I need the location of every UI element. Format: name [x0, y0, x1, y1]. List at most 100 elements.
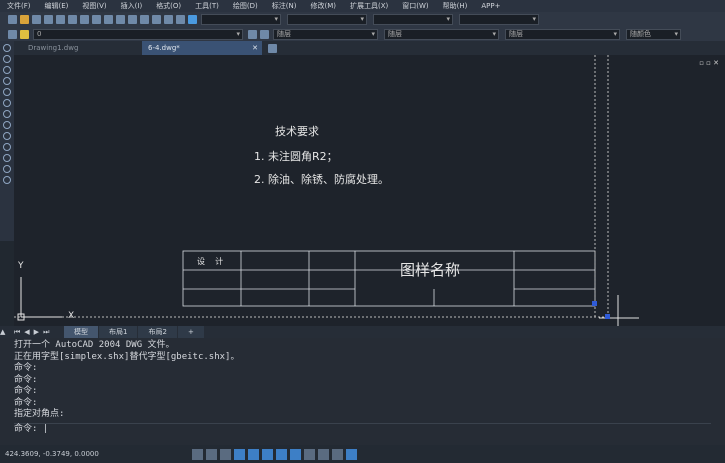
copy-icon[interactable] [67, 15, 77, 24]
lineweight-icon[interactable] [289, 448, 301, 460]
linetype-select[interactable]: 随层 [384, 28, 499, 40]
annotation-icon[interactable] [331, 448, 343, 460]
polar-icon[interactable] [233, 448, 245, 460]
menu-item[interactable]: 帮助(H) [436, 1, 475, 11]
menu-item[interactable]: 工具(T) [188, 1, 226, 11]
menu-item[interactable]: 视图(V) [75, 1, 113, 11]
zoom-window-icon[interactable] [139, 15, 149, 24]
plotstyle-select[interactable]: 随颜色 [626, 28, 681, 40]
point-icon[interactable] [3, 154, 11, 162]
osnap-icon[interactable] [247, 448, 259, 460]
redo-icon[interactable] [103, 15, 113, 24]
status-bar: 424.3609, -0.3749, 0.0000 [0, 445, 725, 463]
drawing-name-label: 图样名称 [400, 261, 461, 279]
table-style-select[interactable] [373, 14, 453, 25]
menu-item[interactable]: APP+ [474, 2, 507, 10]
nav-arrows[interactable]: ▲ [0, 328, 14, 336]
pan-icon[interactable] [115, 15, 125, 24]
menu-item[interactable]: 绘图(D) [226, 1, 265, 11]
arc-icon[interactable] [3, 77, 11, 85]
zoom-icon[interactable] [127, 15, 137, 24]
block-icon[interactable] [3, 143, 11, 151]
paste-icon[interactable] [79, 15, 89, 24]
dim-style-select[interactable] [287, 14, 367, 25]
polyline-icon[interactable] [3, 55, 11, 63]
hatch-icon[interactable] [3, 132, 11, 140]
help-icon[interactable] [187, 15, 197, 24]
text-icon[interactable] [3, 176, 11, 184]
axis-x-label: X [68, 311, 75, 321]
undo-icon[interactable] [91, 15, 101, 24]
print-icon[interactable] [43, 15, 53, 24]
otrack-icon[interactable] [261, 448, 273, 460]
open-icon[interactable] [19, 15, 29, 24]
calc-icon[interactable] [175, 15, 185, 24]
rectangle-icon[interactable] [3, 88, 11, 96]
save-icon[interactable] [31, 15, 41, 24]
ortho-icon[interactable] [219, 448, 231, 460]
text-style-select[interactable] [201, 14, 281, 25]
model-space-icon[interactable] [303, 448, 315, 460]
multileader-style-select[interactable] [459, 14, 539, 25]
ucs-icon [17, 277, 62, 321]
history-line: 命令: [14, 386, 38, 396]
draw-toolbar [0, 41, 14, 241]
workspace-icon[interactable] [345, 448, 357, 460]
menu-item[interactable]: 编辑(E) [38, 1, 76, 11]
coordinates-readout: 424.3609, -0.3749, 0.0000 [5, 450, 99, 458]
snap-icon[interactable] [191, 448, 203, 460]
title-block [182, 250, 596, 307]
window-controls[interactable]: ▫ ▫ ✕ [699, 59, 719, 67]
menu-bar: 文件(F) 编辑(E) 视图(V) 插入(I) 格式(O) 工具(T) 绘图(D) 标注(N)… [0, 0, 725, 12]
menu-item[interactable]: 插入(I) [114, 1, 150, 11]
tab-drawing1[interactable]: Drawing1.dwg [22, 41, 142, 55]
menu-item[interactable]: 文件(F) [0, 1, 38, 11]
history-line: 命令: [14, 397, 38, 408]
command-input[interactable]: 命令: | [14, 422, 711, 436]
design-center-icon[interactable] [163, 15, 173, 24]
tab-model[interactable]: 模型 [64, 326, 98, 338]
circle-icon[interactable] [3, 66, 11, 74]
requirement-2: 2. 除油、除锈、防腐处理。 [254, 173, 389, 186]
dyn-icon[interactable] [275, 448, 287, 460]
polygon-icon[interactable] [3, 99, 11, 107]
axis-y-label: Y [18, 261, 24, 271]
layout-tabs: ▲ ⏮◀▶⏭ 模型 布局1 布局2 + [0, 326, 725, 338]
grid-icon[interactable] [205, 448, 217, 460]
command-window: 打开一个 AutoCAD 2004 DWG 文件。 正在用字型[simplex.s… [0, 338, 725, 445]
new-icon[interactable] [7, 15, 17, 24]
menu-item[interactable]: 修改(M) [303, 1, 343, 11]
line-icon[interactable] [3, 44, 11, 52]
history-line: 正在用字型[simplex.shx]替代字型[gbeitc.shx]。 [14, 351, 240, 362]
spline-icon[interactable] [3, 121, 11, 129]
layer-on-icon[interactable] [19, 29, 29, 39]
menu-item[interactable]: 扩展工具(X) [343, 1, 395, 11]
tab-layout2[interactable]: 布局2 [138, 326, 177, 338]
menu-item[interactable]: 标注(N) [265, 1, 304, 11]
cut-icon[interactable] [55, 15, 65, 24]
tab-layout1[interactable]: 布局1 [99, 326, 138, 338]
new-tab-icon[interactable] [268, 43, 277, 53]
table-icon[interactable] [3, 165, 11, 173]
lineweight-select[interactable]: 随层 [505, 28, 620, 40]
add-layout-button[interactable]: + [177, 326, 204, 338]
layer-manager-icon[interactable] [7, 29, 17, 39]
design-label: 设 计 [197, 257, 224, 266]
properties-icon[interactable] [151, 15, 161, 24]
layer-match-icon[interactable] [259, 29, 269, 39]
tab-6-4[interactable]: 6-4.dwg* ✕ [142, 41, 262, 55]
grip[interactable] [605, 314, 610, 319]
standard-toolbar [0, 12, 725, 27]
tab-nav-arrows[interactable]: ⏮◀▶⏭ [14, 328, 64, 337]
ellipse-icon[interactable] [3, 110, 11, 118]
qp-icon[interactable] [317, 448, 329, 460]
menu-item[interactable]: 窗口(W) [395, 1, 435, 11]
menu-item[interactable]: 格式(O) [149, 1, 188, 11]
layer-select[interactable]: 0 [33, 28, 243, 40]
close-icon[interactable]: ✕ [252, 41, 258, 55]
history-line: 命令: [14, 374, 38, 385]
layer-prev-icon[interactable] [247, 29, 257, 39]
color-select[interactable]: 随层 [273, 28, 378, 40]
grip[interactable] [592, 301, 597, 306]
drawing-canvas[interactable]: 技术要求 1. 未注圆角R2； 2. 除油、除锈、防腐处理。 设 计 图样名称 … [14, 55, 725, 326]
